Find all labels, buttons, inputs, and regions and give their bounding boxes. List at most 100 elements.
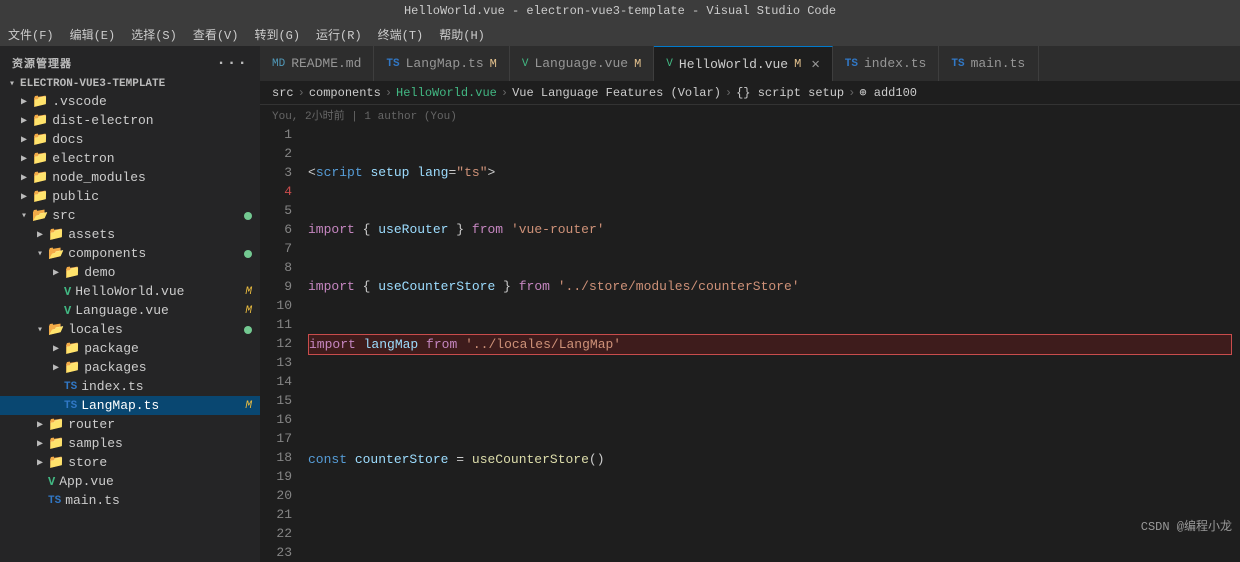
helloworld-tab-icon: V [666, 58, 673, 70]
breadcrumb-scriptsetup[interactable]: {} script setup [736, 86, 844, 100]
components-arrow: ▾ [32, 248, 48, 260]
code-line-4: import langMap from '../locales/LangMap' [308, 334, 1232, 355]
tab-language[interactable]: V Language.vue M [510, 46, 654, 81]
packages-arrow: ▶ [48, 362, 64, 374]
menu-terminal[interactable]: 终端(T) [378, 26, 424, 43]
sidebar-item-docs[interactable]: ▶ 📁 docs [0, 130, 260, 149]
sidebar-item-store[interactable]: ▶ 📁 store [0, 453, 260, 472]
sidebar-item-demo[interactable]: ▶ 📁 demo [0, 263, 260, 282]
main-ts-label: main.ts [65, 493, 260, 508]
tab-helloworld[interactable]: V HelloWorld.vue M ✕ [654, 46, 832, 81]
breadcrumb-components[interactable]: components [309, 86, 381, 100]
sidebar-item-public[interactable]: ▶ 📁 public [0, 187, 260, 206]
ln-23: 23 [268, 543, 292, 562]
assets-arrow: ▶ [32, 229, 48, 241]
sidebar-item-locales[interactable]: ▾ 📂 locales [0, 320, 260, 339]
menu-help[interactable]: 帮助(H) [439, 26, 485, 43]
watermark-text: CSDN @编程小龙 [1141, 520, 1232, 534]
samples-icon: 📁 [48, 436, 64, 451]
menu-run[interactable]: 运行(R) [316, 26, 362, 43]
ln-13: 13 [268, 353, 292, 372]
tab-index[interactable]: TS index.ts [833, 46, 940, 81]
src-label: src [52, 208, 244, 223]
helloworld-tab-close[interactable]: ✕ [811, 56, 819, 73]
sidebar-item-samples[interactable]: ▶ 📁 samples [0, 434, 260, 453]
demo-label: demo [84, 265, 260, 280]
code-editor[interactable]: 1 2 3 4 5 6 7 8 9 10 11 12 13 14 15 16 1… [260, 125, 1240, 562]
code-line-5 [308, 393, 1232, 412]
dist-arrow: ▶ [16, 115, 32, 127]
sidebar-item-node-modules[interactable]: ▶ 📁 node_modules [0, 168, 260, 187]
index-ts-icon: TS [64, 381, 77, 393]
ln-21: 21 [268, 505, 292, 524]
sidebar-item-index-ts[interactable]: ▶ TS index.ts [0, 377, 260, 396]
sidebar-item-app-vue[interactable]: ▶ V App.vue [0, 472, 260, 491]
ln-4: 4 [268, 182, 292, 201]
sidebar-item-helloworld[interactable]: ▶ V HelloWorld.vue M [0, 282, 260, 301]
sidebar-item-dist-electron[interactable]: ▶ 📁 dist-electron [0, 111, 260, 130]
sidebar-item-assets[interactable]: ▶ 📁 assets [0, 225, 260, 244]
sep3: › [501, 86, 508, 100]
router-label: router [68, 417, 260, 432]
breadcrumb-add100[interactable]: ⊕ add100 [859, 85, 917, 100]
sidebar-item-language-vue[interactable]: ▶ V Language.vue M [0, 301, 260, 320]
sidebar-item-langmap-ts[interactable]: ▶ TS LangMap.ts M [0, 396, 260, 415]
sidebar-item-electron[interactable]: ▶ 📁 electron [0, 149, 260, 168]
store-label: store [68, 455, 260, 470]
readme-tab-label: README.md [291, 56, 361, 71]
langmap-tab-label: LangMap.ts [406, 56, 484, 71]
sidebar-more-button[interactable]: ··· [216, 54, 248, 72]
dist-icon: 📁 [32, 113, 48, 128]
tabs-bar: MD README.md TS LangMap.ts M V Language.… [260, 46, 1240, 81]
line-numbers: 1 2 3 4 5 6 7 8 9 10 11 12 13 14 15 16 1… [260, 125, 300, 562]
breadcrumb-volar[interactable]: Vue Language Features (Volar) [512, 86, 721, 100]
code-line-6: const counterStore = useCounterStore() [308, 450, 1232, 469]
language-vue-icon: V [64, 304, 71, 318]
index-tab-label: index.ts [864, 56, 926, 71]
sidebar-item-vscode[interactable]: ▶ 📁 .vscode [0, 92, 260, 111]
sidebar-item-router[interactable]: ▶ 📁 router [0, 415, 260, 434]
public-label: public [52, 189, 260, 204]
menu-edit[interactable]: 编辑(E) [70, 26, 116, 43]
demo-arrow: ▶ [48, 267, 64, 279]
sidebar-item-package[interactable]: ▶ 📁 package [0, 339, 260, 358]
ln-15: 15 [268, 391, 292, 410]
store-arrow: ▶ [32, 457, 48, 469]
main-tab-label: main.ts [971, 56, 1026, 71]
title-bar: HelloWorld.vue - electron-vue3-template … [0, 0, 1240, 22]
menu-view[interactable]: 查看(V) [193, 26, 239, 43]
tab-readme[interactable]: MD README.md [260, 46, 374, 81]
language-tab-icon: V [522, 58, 529, 70]
ln-1: 1 [268, 125, 292, 144]
language-vue-badge: M [245, 305, 252, 317]
tree-root[interactable]: ▾ ELECTRON-VUE3-TEMPLATE [0, 76, 260, 92]
menu-select[interactable]: 选择(S) [131, 26, 177, 43]
docs-icon: 📁 [32, 132, 48, 147]
sidebar-item-components[interactable]: ▾ 📂 components [0, 244, 260, 263]
menu-file[interactable]: 文件(F) [8, 26, 54, 43]
csdn-watermark: CSDN @编程小龙 [1141, 517, 1232, 534]
docs-arrow: ▶ [16, 134, 32, 146]
sep1: › [298, 86, 305, 100]
langmap-ts-icon: TS [64, 400, 77, 412]
ln-5: 5 [268, 201, 292, 220]
samples-label: samples [68, 436, 260, 451]
sidebar-item-main-ts[interactable]: ▶ TS main.ts [0, 491, 260, 510]
git-blame-header: You, 2小时前 | 1 author (You) [260, 105, 1240, 125]
readme-tab-icon: MD [272, 58, 285, 70]
sidebar-item-packages[interactable]: ▶ 📁 packages [0, 358, 260, 377]
public-arrow: ▶ [16, 191, 32, 203]
tab-langmap[interactable]: TS LangMap.ts M [374, 46, 509, 81]
language-vue-label: Language.vue [75, 303, 245, 318]
electron-icon: 📁 [32, 151, 48, 166]
language-tab-label: Language.vue [534, 56, 628, 71]
code-content[interactable]: <script setup lang="ts"> import { useRou… [300, 125, 1240, 562]
package-arrow: ▶ [48, 343, 64, 355]
git-blame-text: You, 2小时前 | 1 author (You) [272, 111, 457, 123]
sidebar-item-src[interactable]: ▾ 📂 src [0, 206, 260, 225]
breadcrumb-file[interactable]: HelloWorld.vue [396, 86, 497, 100]
menu-goto[interactable]: 转到(G) [254, 26, 300, 43]
tab-main[interactable]: TS main.ts [939, 46, 1039, 81]
menu-bar: 文件(F) 编辑(E) 选择(S) 查看(V) 转到(G) 运行(R) 终端(T… [0, 22, 1240, 46]
breadcrumb-src[interactable]: src [272, 86, 294, 100]
